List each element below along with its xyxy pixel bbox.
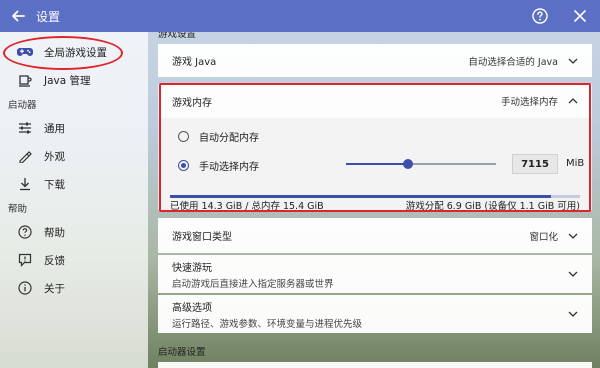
info-icon [16, 279, 34, 297]
sidebar-item-label: 下载 [44, 178, 65, 191]
question-circle-icon [532, 8, 548, 24]
quick-play-label: 快速游玩 [172, 262, 212, 274]
chevron-down-icon [568, 56, 578, 66]
chevron-down-icon [568, 269, 578, 279]
advanced-options-subtitle: 运行路径、游戏参数、环境变量与进程优先级 [172, 318, 363, 330]
window-type-card[interactable]: 游戏窗口类型 窗口化 [158, 218, 592, 253]
launcher-settings-section-label: 启动器设置 [158, 347, 206, 358]
sidebar-item-label: 外观 [44, 150, 65, 163]
sidebar-item-label: 反馈 [44, 254, 65, 267]
window-type-label: 游戏窗口类型 [172, 232, 232, 243]
sidebar-item-label: 通用 [44, 122, 65, 135]
memory-highlight-box [159, 83, 591, 212]
sidebar-item-label: 关于 [44, 282, 65, 295]
chevron-down-icon [568, 309, 578, 319]
game-java-card[interactable]: 游戏 Java 自动选择合适的 Java [158, 44, 592, 77]
highlight-ring [3, 36, 123, 70]
help-button[interactable] [524, 0, 556, 32]
sidebar: 全局游戏设置 Java 管理 启动器 通用 外观 下载 帮助 帮助 反馈 关于 [0, 32, 148, 368]
settings-content[interactable]: 游戏设置 游戏 Java 自动选择合适的 Java 游戏内存 手动选择内存 自动… [158, 32, 592, 368]
game-java-label: 游戏 Java [172, 57, 217, 68]
sidebar-item-general[interactable]: 通用 [0, 114, 148, 142]
sliders-icon [16, 119, 34, 137]
sidebar-item-label: Java 管理 [44, 74, 91, 87]
sidebar-section-help: 帮助 [8, 204, 28, 215]
sidebar-section-launcher: 启动器 [8, 100, 37, 111]
sidebar-item-appearance[interactable]: 外观 [0, 142, 148, 170]
java-cup-icon [16, 71, 34, 89]
game-settings-section-label: 游戏设置 [158, 32, 197, 40]
chevron-down-icon [568, 231, 578, 241]
palette-icon [16, 147, 34, 165]
download-icon [16, 175, 34, 193]
quick-play-card[interactable]: 快速游玩 启动游戏后直接进入指定服务器或世界 [158, 255, 592, 293]
back-button[interactable] [0, 0, 36, 32]
arrow-left-icon [12, 10, 25, 22]
window-title: 设置 [36, 9, 61, 24]
close-button[interactable] [564, 0, 596, 32]
sidebar-item-label: 帮助 [44, 226, 65, 239]
sidebar-item-download[interactable]: 下载 [0, 170, 148, 198]
sidebar-item-about[interactable]: 关于 [0, 274, 148, 302]
help-circle-icon [16, 223, 34, 241]
launcher-settings-card[interactable] [158, 362, 592, 368]
close-icon [574, 10, 586, 22]
feedback-icon [16, 251, 34, 269]
advanced-options-label: 高级选项 [172, 302, 212, 314]
game-java-value: 自动选择合适的 Java [468, 56, 558, 68]
sidebar-item-help[interactable]: 帮助 [0, 218, 148, 246]
sidebar-item-feedback[interactable]: 反馈 [0, 246, 148, 274]
title-bar: 设置 [0, 0, 600, 32]
quick-play-subtitle: 启动游戏后直接进入指定服务器或世界 [172, 278, 334, 290]
window-type-value: 窗口化 [529, 231, 558, 243]
advanced-options-card[interactable]: 高级选项 运行路径、游戏参数、环境变量与进程优先级 [158, 295, 592, 333]
sidebar-item-java-management[interactable]: Java 管理 [0, 66, 148, 94]
